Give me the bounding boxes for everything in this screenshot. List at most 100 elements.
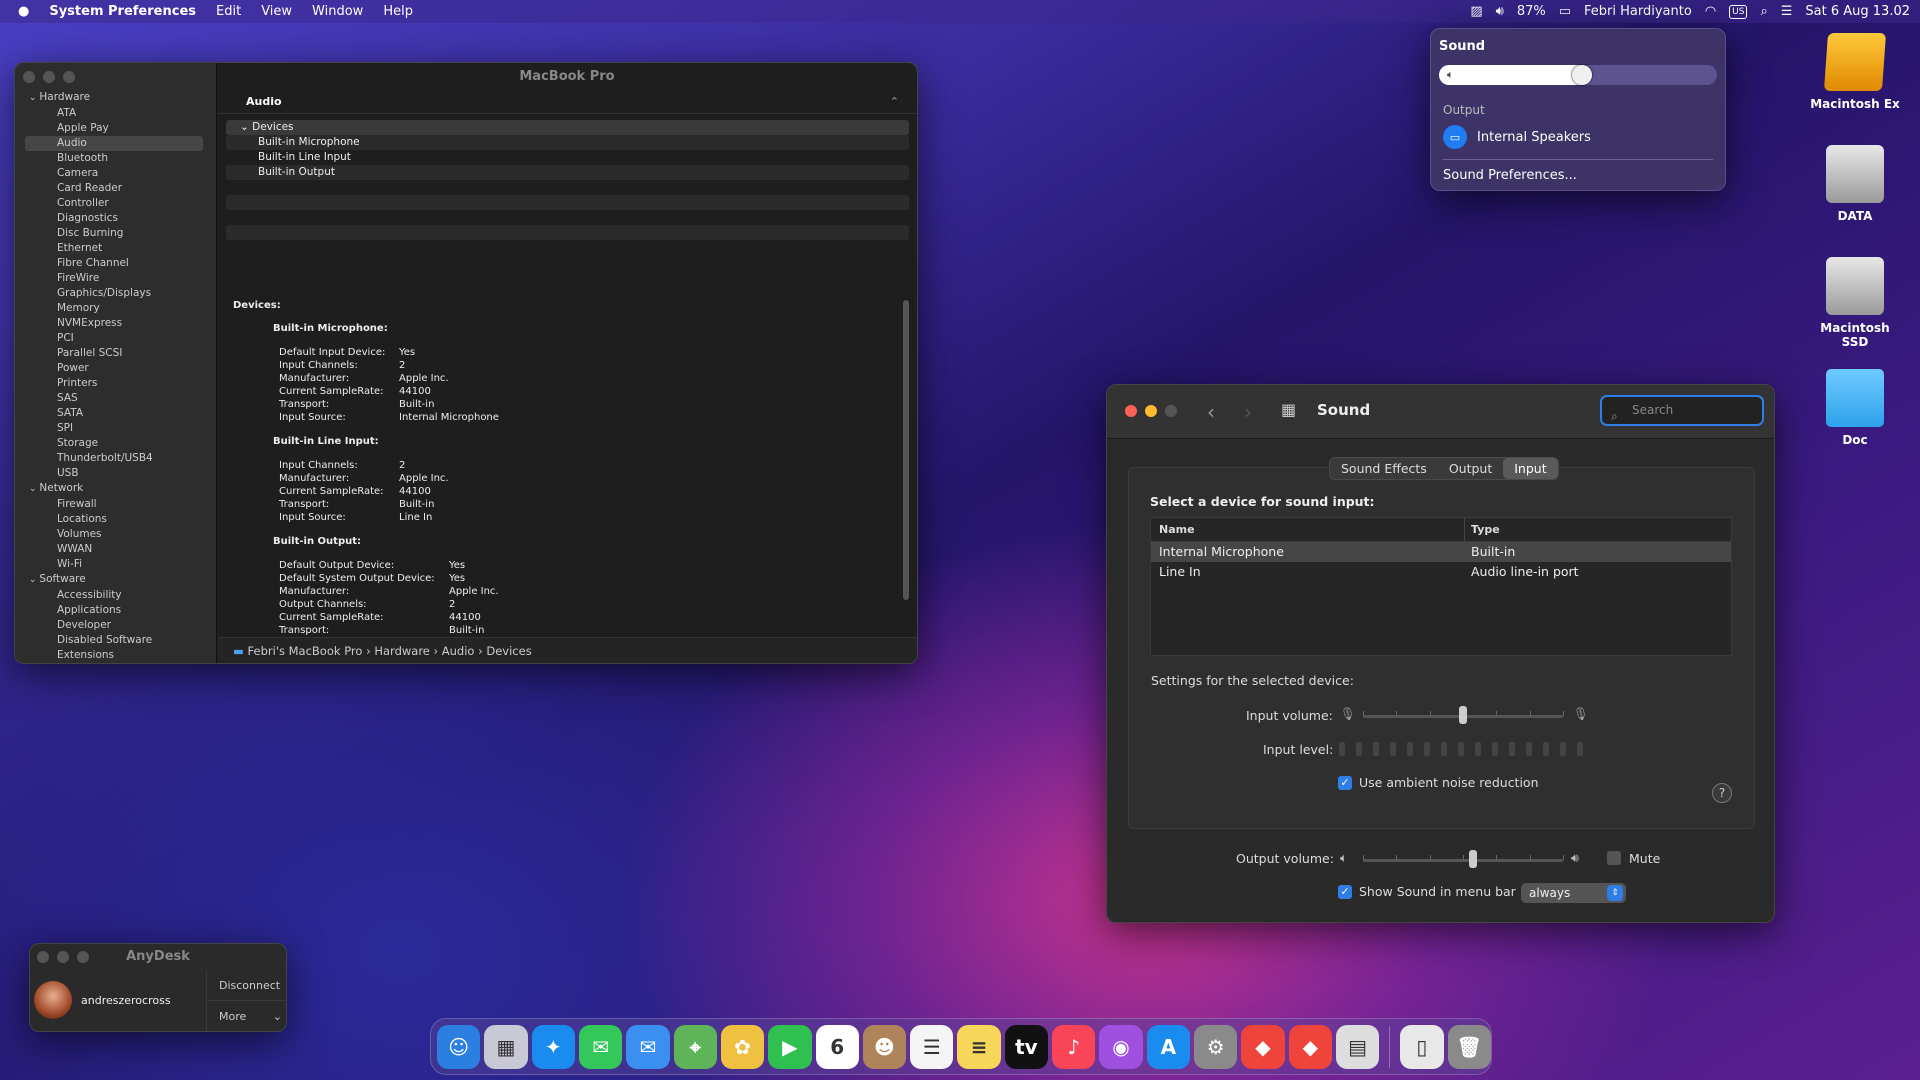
sidebar-item[interactable]: WWAN (25, 542, 207, 557)
zoom-button[interactable] (63, 71, 75, 83)
notes-icon[interactable]: ≡ (957, 1024, 1001, 1069)
sidebar-item[interactable]: SATA (25, 406, 207, 421)
activity-icon[interactable]: ▨ (1470, 4, 1482, 19)
sidebar-item[interactable]: Accessibility (25, 588, 207, 603)
sidebar-item[interactable]: Thunderbolt/USB4 (25, 451, 207, 466)
sidebar-item[interactable]: Disabled Software (25, 633, 207, 648)
mute-checkbox[interactable] (1607, 851, 1621, 865)
preview-icon[interactable]: ▤ (1335, 1024, 1380, 1069)
calendar-icon[interactable]: 6 (815, 1024, 859, 1069)
app-menu[interactable]: System Preferences (49, 4, 196, 19)
menu-help[interactable]: Help (383, 4, 413, 19)
sound-preferences-link[interactable]: Sound Preferences... (1443, 168, 1577, 183)
column-type[interactable]: Type (1465, 518, 1500, 541)
close-button[interactable] (1125, 405, 1137, 417)
volume-icon[interactable]: 🔊︎ (1496, 4, 1504, 19)
menu-view[interactable]: View (261, 4, 292, 19)
photos-icon[interactable]: ✿ (720, 1024, 765, 1069)
tab-output[interactable]: Output (1438, 458, 1503, 479)
sidebar-item[interactable]: FireWire (25, 271, 207, 286)
control-center-icon[interactable]: ☰ (1781, 4, 1793, 19)
zoom-button[interactable] (1165, 405, 1177, 417)
noise-reduction-checkbox[interactable]: ✓ (1338, 776, 1352, 790)
output-device[interactable]: ▭ Internal Speakers (1443, 125, 1591, 149)
sidebar-item[interactable]: PCI (25, 331, 207, 346)
messages-icon[interactable]: ✉ (578, 1024, 623, 1069)
sidebar-item[interactable]: Audio (25, 136, 203, 151)
desktop-icon-macintosh-ssd[interactable]: Macintosh SSD (1805, 257, 1905, 349)
apple-menu-icon[interactable]: ● (18, 4, 29, 19)
show-in-menu-popup[interactable]: always ⇕ (1521, 883, 1626, 903)
clock[interactable]: Sat 6 Aug 13.02 (1805, 4, 1910, 19)
minimize-button[interactable] (43, 71, 55, 83)
sidebar-item[interactable]: Card Reader (25, 181, 207, 196)
sidebar-category[interactable]: Software (25, 572, 207, 588)
slider-thumb[interactable] (1459, 706, 1467, 724)
list-item[interactable]: Built-in Output (226, 165, 909, 180)
desktop-icon-macintosh-ex[interactable]: Macintosh Ex (1805, 33, 1905, 111)
slider-thumb[interactable] (1469, 850, 1477, 868)
sidebar-item[interactable]: Fibre Channel (25, 256, 207, 271)
trash-icon[interactable]: 🗑 (1447, 1024, 1491, 1069)
facetime-icon[interactable]: ▶ (768, 1024, 812, 1069)
sidebar-item[interactable]: Camera (25, 166, 207, 181)
sidebar-item[interactable]: Apple Pay (25, 121, 207, 136)
help-button[interactable]: ? (1712, 783, 1732, 803)
sidebar-item[interactable]: ATA (25, 106, 207, 121)
finder-icon[interactable]: ☺ (437, 1024, 481, 1069)
minimize-button[interactable] (1145, 405, 1157, 417)
menu-window[interactable]: Window (312, 4, 363, 19)
mail-icon[interactable]: ✉ (626, 1024, 670, 1069)
show-all-grid-icon[interactable]: ▦ (1281, 400, 1296, 419)
music-icon[interactable]: ♪ (1052, 1024, 1096, 1069)
document-icon[interactable]: ▯ (1400, 1024, 1444, 1069)
sidebar-item[interactable]: Applications (25, 603, 207, 618)
list-group[interactable]: Devices (226, 120, 909, 135)
path-text[interactable]: Febri's MacBook Pro › Hardware › Audio ›… (248, 644, 532, 658)
sidebar-item[interactable]: Parallel SCSI (25, 346, 207, 361)
sidebar-item[interactable]: Bluetooth (25, 151, 207, 166)
search-field[interactable]: ⌕ Search (1600, 395, 1764, 426)
sidebar-item[interactable]: SPI (25, 421, 207, 436)
app-store-icon[interactable]: A (1146, 1024, 1190, 1069)
battery-icon[interactable]: ▭ (1559, 4, 1571, 19)
menu-edit[interactable]: Edit (216, 4, 241, 19)
close-button[interactable] (23, 71, 35, 83)
contacts-icon[interactable]: ☻ (862, 1024, 907, 1069)
more-button[interactable]: More ⌄ (206, 1001, 286, 1031)
sidebar-item[interactable]: Extensions (25, 648, 207, 663)
safari-icon[interactable]: ✦ (531, 1024, 575, 1069)
sidebar-item[interactable]: Controller (25, 196, 207, 211)
sidebar-item[interactable]: Diagnostics (25, 211, 207, 226)
input-source[interactable]: US (1729, 4, 1748, 19)
input-volume-slider[interactable] (1363, 706, 1564, 726)
sidebar-item[interactable]: Locations (25, 512, 207, 527)
launchpad-icon[interactable]: ▦ (484, 1024, 528, 1069)
anydesk-2-icon[interactable]: ◆ (1288, 1024, 1332, 1069)
battery-percent[interactable]: 87% (1517, 4, 1546, 19)
disconnect-button[interactable]: Disconnect (206, 970, 286, 1001)
sidebar-item[interactable]: Firewall (25, 497, 207, 512)
tab-input[interactable]: Input (1503, 458, 1558, 479)
section-header[interactable]: Audio (218, 90, 917, 114)
show-in-menu-checkbox[interactable]: ✓ (1338, 885, 1352, 899)
system-preferences-icon[interactable]: ⚙ (1194, 1024, 1238, 1069)
sidebar-item[interactable]: Wi-Fi (25, 557, 207, 572)
desktop-icon-data[interactable]: DATA (1805, 145, 1905, 223)
sidebar-item[interactable]: NVMExpress (25, 316, 207, 331)
back-icon[interactable]: ‹ (1207, 400, 1215, 424)
sidebar-item[interactable]: Developer (25, 618, 207, 633)
user-name[interactable]: Febri Hardiyanto (1584, 4, 1692, 19)
list-item[interactable]: Built-in Microphone (226, 135, 909, 150)
sidebar-item[interactable]: Volumes (25, 527, 207, 542)
desktop-icon-doc[interactable]: Doc (1805, 369, 1905, 447)
sidebar-category[interactable]: Network (25, 481, 207, 497)
list-item[interactable]: Built-in Line Input (226, 150, 909, 165)
wifi-icon[interactable]: ◠ (1705, 4, 1716, 19)
volume-slider[interactable]: 🔈︎ (1439, 65, 1717, 85)
reminders-icon[interactable]: ☰ (910, 1024, 954, 1069)
sidebar-item[interactable]: Memory (25, 301, 207, 316)
anydesk-icon[interactable]: ◆ (1241, 1024, 1285, 1069)
sidebar-item[interactable]: Disc Burning (25, 226, 207, 241)
table-row[interactable]: Line In Audio line-in port (1151, 562, 1731, 582)
